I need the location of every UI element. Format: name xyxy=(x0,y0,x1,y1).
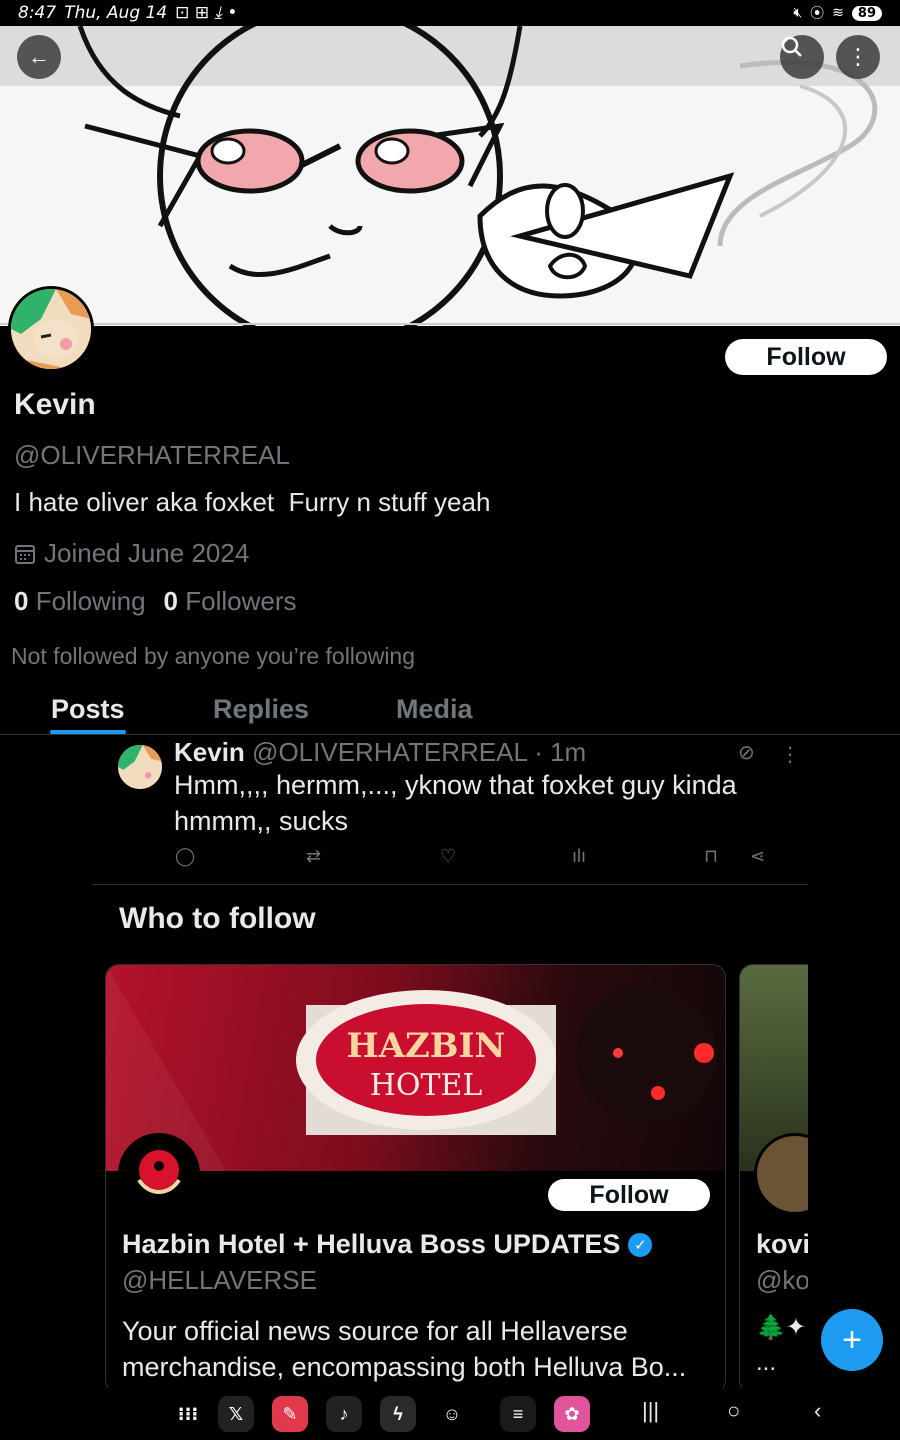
x-app-icon[interactable]: 𝕏 xyxy=(218,1396,254,1432)
search-icon xyxy=(781,36,802,57)
card-name-text: kovi xyxy=(756,1229,811,1259)
card-follow-button[interactable]: Follow xyxy=(548,1179,710,1211)
card-handle: @HELLAVERSE xyxy=(122,1265,317,1295)
followers-link[interactable]: 0 Followers xyxy=(164,586,297,617)
verified-badge-icon: ✓ xyxy=(628,1232,653,1257)
drawing-app-icon[interactable]: ✎ xyxy=(272,1396,308,1432)
arrow-left-icon: ← xyxy=(28,44,50,69)
gallery-app-icon[interactable]: ✿ xyxy=(554,1396,590,1432)
post-text: Hmm,,,, hermm,..., yknow that foxket guy… xyxy=(174,770,737,836)
bookmark-icon[interactable]: ⊓ xyxy=(704,846,718,867)
status-bar: 8:47 Thu, Aug 14 ⊡ ⊞ ⤓ • 🔇︎ ⦿ ≋ 89 xyxy=(0,0,900,26)
post-header: Kevin @OLIVERHATERREAL · 1m xyxy=(174,737,586,768)
reply-icon[interactable]: ◯ xyxy=(175,846,195,867)
svg-text:HAZBIN: HAZBIN xyxy=(346,1026,505,1066)
following-label: Following xyxy=(35,586,146,616)
suggestion-card[interactable]: HAZBIN HOTEL Follow Hazbin Hotel + Hellu… xyxy=(105,964,726,1394)
shortcut-app-icon[interactable]: ≡ xyxy=(500,1396,536,1432)
profile-avatar[interactable] xyxy=(8,286,94,372)
post-author-name[interactable]: Kevin xyxy=(174,737,245,767)
not-followed-note: Not followed by anyone you’re following xyxy=(11,643,416,669)
svg-text:HOTEL: HOTEL xyxy=(370,1068,483,1103)
mute-icon: 🔇︎ xyxy=(793,5,803,21)
follow-button[interactable]: Follow xyxy=(725,339,887,375)
post-author-handle[interactable]: @OLIVERHATERREAL xyxy=(252,737,527,767)
tab-posts[interactable]: Posts xyxy=(51,694,125,725)
post-time: · 1m xyxy=(534,737,587,767)
card-more-text: ... xyxy=(756,1349,777,1376)
section-divider xyxy=(92,884,808,885)
profile-stats: 0 Following 0 Followers xyxy=(14,586,296,617)
tab-replies[interactable]: Replies xyxy=(213,694,309,725)
location-icon: ⦿ xyxy=(810,6,825,22)
hazbin-hotel-sign: HAZBIN HOTEL xyxy=(106,965,716,1171)
status-date: Thu, Aug 14 xyxy=(64,3,168,23)
repost-icon[interactable]: ⇄ xyxy=(306,846,321,867)
avatar-image xyxy=(11,289,91,369)
search-button[interactable] xyxy=(780,35,824,79)
card-description: Your official news source for all Hellav… xyxy=(122,1316,687,1382)
profile-bio: I hate oliver aka foxket Furry n stuff y… xyxy=(14,487,491,517)
back-nav-icon[interactable]: ‹ xyxy=(814,1398,821,1424)
post-more-icon[interactable]: ⋮ xyxy=(780,742,800,767)
more-vertical-icon: ⋮ xyxy=(847,44,869,69)
app-drawer-icon[interactable]: ⁝⁝⁝ xyxy=(170,1396,206,1432)
followers-label: Followers xyxy=(185,586,297,616)
card-description: 🌲✦ xyxy=(756,1314,806,1341)
profile-name: Kevin xyxy=(14,388,96,421)
discord-app-icon[interactable]: ☺ xyxy=(434,1396,470,1432)
home-icon[interactable]: ○ xyxy=(727,1398,740,1424)
share-icon[interactable]: ⋖ xyxy=(750,846,765,867)
compose-post-button[interactable]: + xyxy=(821,1309,883,1371)
back-button[interactable]: ← xyxy=(17,35,61,79)
card-banner: HAZBIN HOTEL xyxy=(106,965,725,1171)
post-avatar-image xyxy=(118,745,162,789)
profile-handle: @OLIVERHATERREAL xyxy=(14,440,290,470)
suggestion-card[interactable]: kovi @ko 🌲✦ ... xyxy=(739,964,819,1394)
android-nav-bar: ⁝⁝⁝ 𝕏 ✎ ♪ ϟ ☺ ≡ ✿ ||| ○ ‹ xyxy=(0,1388,900,1440)
joined-text: Joined June 2024 xyxy=(44,538,250,568)
profile-joined: Joined June 2024 xyxy=(14,538,249,569)
following-count: 0 xyxy=(14,586,29,616)
calendar-icon xyxy=(15,544,35,564)
card-name: Hazbin Hotel + Helluva Boss UPDATES ✓ xyxy=(122,1229,653,1260)
like-icon[interactable]: ♡ xyxy=(440,846,456,867)
wifi-icon: ≋ xyxy=(832,5,844,21)
profile-tabs: Posts Replies Media xyxy=(0,690,900,735)
following-link[interactable]: 0 Following xyxy=(14,586,146,617)
flash-app-icon[interactable]: ϟ xyxy=(380,1396,416,1432)
hellaverse-logo xyxy=(121,1136,197,1212)
grok-icon[interactable]: ⊘ xyxy=(738,740,755,765)
who-to-follow-title: Who to follow xyxy=(119,902,316,935)
profile-banner[interactable]: ← ⋮ xyxy=(0,26,900,326)
battery-indicator: 89 xyxy=(851,5,882,21)
views-icon[interactable]: ılı xyxy=(572,846,586,867)
banner-sketch xyxy=(0,26,900,326)
card-name-text: Hazbin Hotel + Helluva Boss UPDATES xyxy=(122,1229,621,1259)
status-time: 8:47 xyxy=(18,3,57,23)
recents-icon[interactable]: ||| xyxy=(642,1398,659,1424)
notification-icons: ⊡ ⊞ ⤓ • xyxy=(175,3,238,23)
more-button[interactable]: ⋮ xyxy=(836,35,880,79)
tab-active-indicator xyxy=(50,730,126,734)
post-avatar[interactable] xyxy=(118,745,162,789)
card-handle: @ko xyxy=(756,1265,810,1295)
tab-media[interactable]: Media xyxy=(396,694,473,725)
tiktok-app-icon[interactable]: ♪ xyxy=(326,1396,362,1432)
followers-count: 0 xyxy=(163,586,178,616)
card-avatar xyxy=(118,1133,200,1215)
